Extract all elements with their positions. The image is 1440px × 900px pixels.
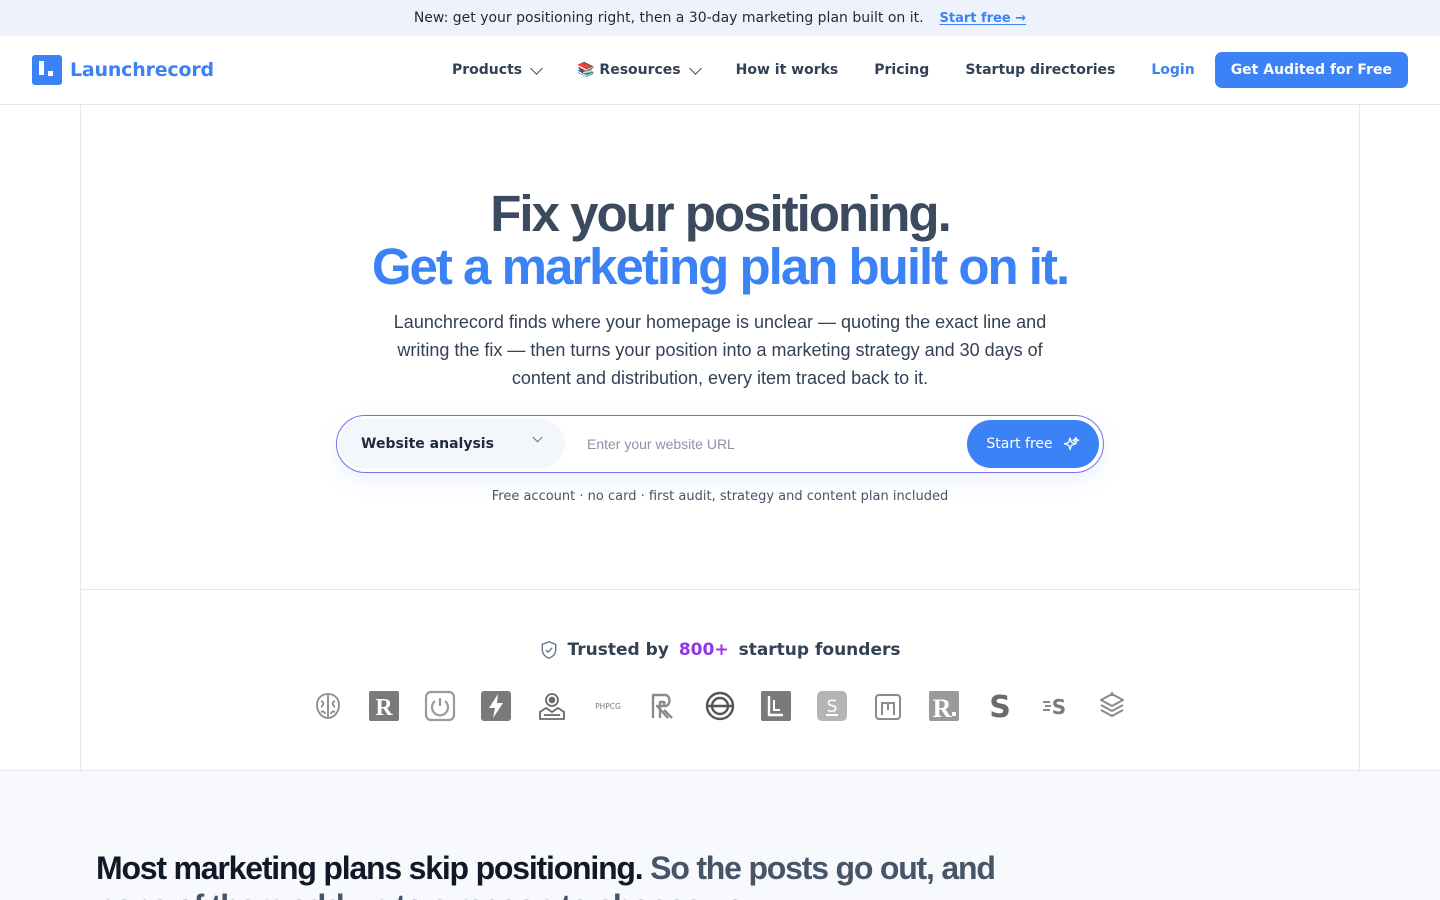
analysis-mode-value: Website analysis xyxy=(361,435,494,452)
analysis-mode-select[interactable]: Website analysis xyxy=(339,419,565,468)
globe-logo-icon xyxy=(704,689,736,723)
start-free-label: Start free xyxy=(986,436,1053,452)
m-logo-icon xyxy=(872,689,904,723)
trusted-count: 800+ xyxy=(678,640,729,660)
svg-text:R: R xyxy=(375,695,393,721)
svg-text:S: S xyxy=(989,690,1011,722)
svg-text:S: S xyxy=(1052,695,1066,719)
phpcg-logo-icon: PHPCG xyxy=(592,689,624,723)
problem-heading-dark: Most marketing plans skip positioning. xyxy=(96,850,644,886)
svg-text:R: R xyxy=(933,694,952,722)
hero-title-line-2: Get a marketing plan built on it. xyxy=(371,238,1070,295)
rr-logo-icon xyxy=(648,689,680,723)
logo-mark-icon xyxy=(32,55,62,85)
announcement-bar: New: get your positioning right, then a … xyxy=(0,0,1440,36)
speed-s-logo-icon: S xyxy=(1040,689,1072,723)
trusted-suffix: startup founders xyxy=(738,640,901,660)
website-url-input[interactable] xyxy=(587,428,957,460)
trusted-prefix: Trusted by xyxy=(567,640,669,660)
chevron-down-icon xyxy=(688,61,702,75)
nav-how-it-works[interactable]: How it works xyxy=(736,62,839,78)
frame-divider xyxy=(81,589,1359,590)
nav-products-label: Products xyxy=(452,62,523,78)
chevron-down-icon xyxy=(530,61,543,75)
nav-products[interactable]: Products xyxy=(452,61,543,78)
s-logo-icon: S xyxy=(984,689,1016,723)
s-box-logo-icon: S xyxy=(816,689,848,723)
rdot-logo-icon: R xyxy=(928,689,960,723)
nav-resources[interactable]: 📚 Resources xyxy=(577,61,702,78)
hero-subtitle: Launchrecord finds where your homepage i… xyxy=(393,312,1047,388)
nav-pricing[interactable]: Pricing xyxy=(874,62,929,78)
brand-logo[interactable]: Launchrecord xyxy=(32,55,214,85)
r-logo-icon: R xyxy=(368,689,400,723)
nav-login[interactable]: Login xyxy=(1151,62,1194,78)
start-free-button[interactable]: Start free xyxy=(967,420,1099,468)
announcement-text: New: get your positioning right, then a … xyxy=(413,10,924,26)
stack-logo-icon xyxy=(1096,689,1128,723)
hero-title-line-1: Fix your positioning. xyxy=(490,185,951,242)
nav-startup-directories[interactable]: Startup directories xyxy=(965,62,1115,78)
problem-section: Most marketing plans skip positioning. S… xyxy=(0,770,1440,900)
power-logo-icon xyxy=(424,689,456,723)
audit-search-bar: Website analysis Start free xyxy=(336,415,1104,473)
bolt-logo-icon xyxy=(480,689,512,723)
chevron-down-icon xyxy=(532,432,543,443)
announcement-start-free-link[interactable]: Start free → xyxy=(940,11,1027,26)
hero-note: Free account · no card · first audit, st… xyxy=(491,489,949,504)
nav-resources-label: 📚 Resources xyxy=(577,62,681,78)
site-header: Launchrecord Products 📚 Resources How it… xyxy=(0,36,1440,105)
shield-check-icon xyxy=(541,641,556,659)
bracket-logo-icon xyxy=(760,689,792,723)
brand-name: Launchrecord xyxy=(70,59,214,81)
trusted-by-row: Trusted by 800+ startup founders xyxy=(0,640,1440,660)
main-nav: Products 📚 Resources How it works Pricin… xyxy=(452,52,1408,88)
brain-logo-icon xyxy=(312,689,344,723)
problem-heading: Most marketing plans skip positioning. S… xyxy=(96,849,996,900)
map-pin-logo-icon xyxy=(536,689,568,723)
sparkles-icon xyxy=(1063,436,1079,450)
get-audited-button[interactable]: Get Audited for Free xyxy=(1214,52,1408,88)
phpcg-logo-text: PHPCG xyxy=(595,702,621,711)
customer-logos: R PHPCG S R S S xyxy=(312,689,1128,723)
